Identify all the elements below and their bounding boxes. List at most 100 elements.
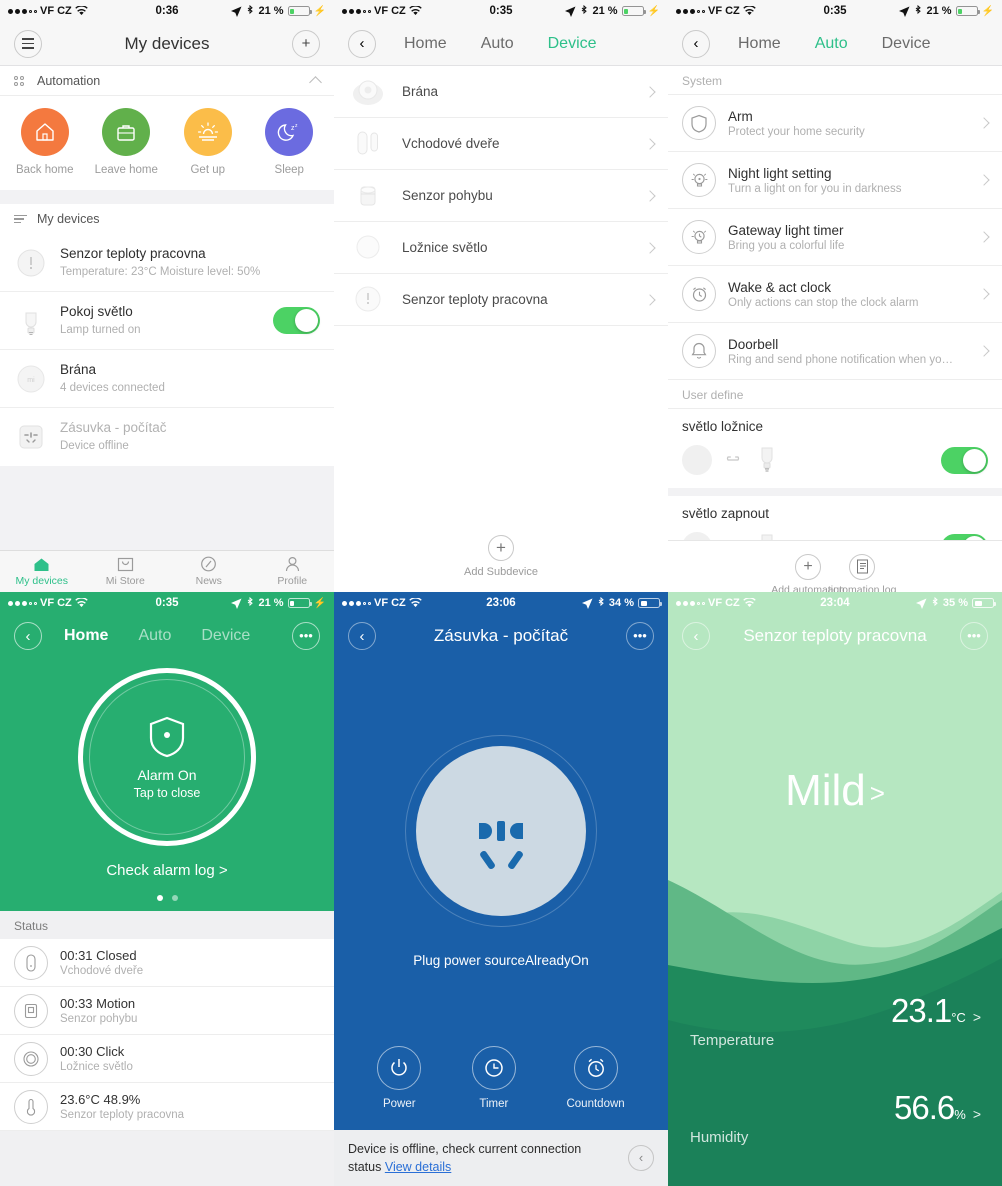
more-options-button[interactable]: ••• xyxy=(292,622,320,650)
add-subdevice-button[interactable]: + Add Subdevice xyxy=(334,535,668,592)
socket-controls: Power Timer Countdown xyxy=(334,1045,668,1130)
timer-button[interactable]: Timer xyxy=(471,1045,516,1110)
chevron-right-icon xyxy=(978,345,990,357)
button-icon xyxy=(348,231,388,265)
scene-get-up[interactable]: Get up xyxy=(172,108,244,176)
scene-leave-home[interactable]: Leave home xyxy=(90,108,162,176)
tab-home[interactable]: Home xyxy=(404,35,447,53)
back-button[interactable]: ‹ xyxy=(682,29,710,58)
back-button[interactable]: ‹ xyxy=(14,622,42,650)
device-name: Pokoj světlo xyxy=(60,303,133,319)
device-row-zasuvka[interactable]: Zásuvka - počítač Device offline xyxy=(0,408,334,466)
motion-sensor-icon xyxy=(14,993,48,1028)
power-socket-icon[interactable] xyxy=(416,746,586,917)
status-bar: VF CZ 0:36 21 % ⚡ xyxy=(0,0,334,22)
status-row-click[interactable]: 00:30 Click Ložnice světlo xyxy=(0,1035,334,1083)
sunrise-icon xyxy=(183,108,232,156)
auto-row-arm[interactable]: Arm Protect your home security xyxy=(668,95,1002,152)
check-alarm-log-link[interactable]: Check alarm log > xyxy=(106,862,227,879)
scene-sleep[interactable]: zz Sleep xyxy=(253,108,325,176)
reading-row-humidity[interactable]: Humidity 56.6% > xyxy=(668,1089,1002,1186)
tab-device[interactable]: Device xyxy=(548,35,597,53)
chevron-right-icon: > xyxy=(869,777,885,808)
alarm-toggle-button[interactable]: Alarm On Tap to close xyxy=(78,668,256,846)
auto-row-gateway-timer[interactable]: Gateway light timer Bring you a colorful… xyxy=(668,209,1002,266)
sensor-readings: Temperature 23.1°C > Humidity 56.6% > xyxy=(668,992,1002,1186)
auto-row-wake-clock[interactable]: Wake & act clock Only actions can stop t… xyxy=(668,266,1002,323)
status-row-motion[interactable]: 00:33 Motion Senzor pohybu xyxy=(0,987,334,1035)
tab-home[interactable]: Home xyxy=(64,627,108,645)
tab-auto[interactable]: Auto xyxy=(481,35,514,53)
status-bar-left: VF CZ xyxy=(342,5,422,17)
carrier-name: VF CZ xyxy=(40,597,72,609)
device-info: Pokoj světlo Lamp turned on xyxy=(60,303,261,339)
status-info: 00:31 Closed Vchodové dveře xyxy=(60,948,143,977)
device-toggle[interactable] xyxy=(273,307,320,334)
collapse-banner-button[interactable]: ‹ xyxy=(628,1144,654,1171)
tab-profile[interactable]: Profile xyxy=(251,551,335,592)
device-row-temp-sensor[interactable]: Senzor teploty pracovna Temperature: 23°… xyxy=(0,234,334,292)
status-row-closed[interactable]: 00:31 Closed Vchodové dveře xyxy=(0,939,334,987)
countdown-button[interactable]: Countdown xyxy=(566,1045,625,1110)
alarm-hint: Tap to close xyxy=(133,785,201,800)
back-button[interactable]: ‹ xyxy=(348,622,376,650)
status-row-temperature[interactable]: 23.6°C 48.9% Senzor teploty pracovna xyxy=(0,1083,334,1131)
view-details-link[interactable]: View details xyxy=(385,1160,451,1174)
automation-log-button[interactable]: automation log xyxy=(828,553,896,592)
nightlight-icon xyxy=(682,163,716,197)
device-row-brana[interactable]: mi Brána 4 devices connected xyxy=(0,350,334,408)
tab-device[interactable]: Device xyxy=(201,627,250,645)
add-automation-button[interactable]: + Add automation xyxy=(771,553,845,592)
auto-row-doorbell[interactable]: Doorbell Ring and send phone notificatio… xyxy=(668,323,1002,380)
automation-icon xyxy=(14,75,27,86)
more-options-button[interactable]: ••• xyxy=(626,622,654,650)
user-automation-svetlo-loznice[interactable]: světlo ložnice xyxy=(668,409,1002,488)
page-title: My devices xyxy=(124,33,210,53)
my-devices-section-label: My devices xyxy=(37,212,100,226)
subdevice-name: Vchodové dveře xyxy=(402,136,500,151)
subdevice-row-vchodove-dvere[interactable]: Vchodové dveře xyxy=(334,118,668,170)
status-section-label: Status xyxy=(0,911,334,939)
bluetooth-icon xyxy=(914,5,922,17)
document-icon xyxy=(849,553,875,580)
automation-log-label: automation log xyxy=(827,583,897,593)
auto-subtitle: Bring you a colorful life xyxy=(728,239,845,252)
tab-mi-store[interactable]: Mi Store xyxy=(84,551,168,592)
add-device-button[interactable]: + xyxy=(292,29,320,58)
bluetooth-icon xyxy=(931,597,939,609)
battery-icon xyxy=(621,6,646,16)
tab-home[interactable]: Home xyxy=(738,35,781,53)
user-automation-toggle[interactable] xyxy=(941,446,988,474)
device-status: Lamp turned on xyxy=(60,323,141,336)
automation-section-header[interactable]: Automation xyxy=(0,66,334,96)
tab-auto[interactable]: Auto xyxy=(138,627,171,645)
tab-news[interactable]: News xyxy=(167,551,251,592)
subdevice-row-senzor-teploty[interactable]: Senzor teploty pracovna xyxy=(334,274,668,326)
wifi-icon xyxy=(743,598,756,608)
auto-info: Gateway light timer Bring you a colorful… xyxy=(728,223,968,252)
automation-footer-bar: + Add automation automation log xyxy=(668,540,1002,592)
chevron-right-icon xyxy=(644,137,656,150)
user-define-group-label: User define xyxy=(668,380,1002,409)
chevron-up-icon[interactable] xyxy=(309,76,322,89)
section-divider xyxy=(668,488,1002,496)
scene-back-home[interactable]: Back home xyxy=(9,108,81,176)
subdevice-row-loznice-svetlo[interactable]: Ložnice světlo xyxy=(334,222,668,274)
battery-icon xyxy=(972,598,996,608)
add-subdevice-label: Add Subdevice xyxy=(464,566,538,578)
device-row-pokoj-svetlo[interactable]: Pokoj světlo Lamp turned on xyxy=(0,292,334,350)
mood-indicator[interactable]: Mild > xyxy=(668,766,1002,816)
more-options-button[interactable]: ••• xyxy=(960,622,988,650)
back-button[interactable]: ‹ xyxy=(682,622,710,650)
tab-device[interactable]: Device xyxy=(882,35,931,53)
power-button[interactable]: Power xyxy=(377,1045,422,1110)
status-bar: VF CZ 0:35 21 % ⚡ xyxy=(668,0,1002,22)
signal-dots-icon xyxy=(342,8,371,14)
subdevice-row-brana[interactable]: Brána xyxy=(334,66,668,118)
subdevice-row-senzor-pohybu[interactable]: Senzor pohybu xyxy=(334,170,668,222)
tab-auto[interactable]: Auto xyxy=(815,35,848,53)
back-button[interactable]: ‹ xyxy=(348,29,376,58)
reading-row-temperature[interactable]: Temperature 23.1°C > xyxy=(668,992,1002,1089)
auto-row-night-light[interactable]: Night light setting Turn a light on for … xyxy=(668,152,1002,209)
tab-my-devices[interactable]: My devices xyxy=(0,551,84,592)
